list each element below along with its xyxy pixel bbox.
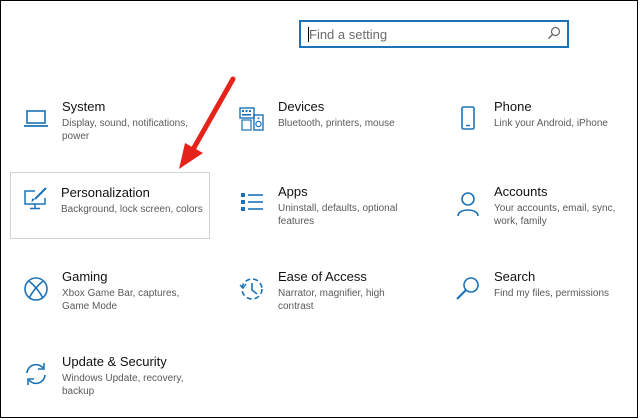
tile-description: Xbox Game Bar, captures, Game Mode bbox=[62, 288, 180, 312]
tile-title: System bbox=[62, 99, 106, 114]
tile-description: Narrator, magnifier, high contrast bbox=[278, 288, 385, 312]
tile-title: Devices bbox=[278, 99, 325, 114]
search-icon[interactable] bbox=[547, 26, 561, 40]
tile-description: Background, lock screen, colors bbox=[61, 204, 203, 215]
magnifier-icon bbox=[454, 275, 482, 303]
phone-icon bbox=[454, 105, 482, 133]
tile-description: Windows Update, recovery, backup bbox=[62, 373, 184, 397]
tile-title: Personalization bbox=[61, 185, 150, 200]
tile-devices[interactable]: Devices Bluetooth, printers, mouse bbox=[227, 98, 427, 164]
tile-description: Uninstall, defaults, optional features bbox=[278, 203, 398, 227]
tile-description: Link your Android, iPhone bbox=[494, 118, 608, 129]
settings-window: System Display, sound, notifications, po… bbox=[0, 0, 638, 418]
tile-update-security[interactable]: Update & Security Windows Update, recove… bbox=[11, 353, 211, 419]
annotation-arrow-icon bbox=[179, 76, 236, 169]
tile-gaming[interactable]: Gaming Xbox Game Bar, captures, Game Mod… bbox=[11, 268, 211, 334]
ease-of-access-icon bbox=[238, 275, 266, 303]
tile-description: Find my files, permissions bbox=[494, 288, 610, 299]
tile-description: Your accounts, email, sync, work, family bbox=[494, 203, 616, 227]
tile-ease-of-access[interactable]: Ease of Access Narrator, magnifier, high… bbox=[227, 268, 427, 334]
tile-personalization[interactable]: Personalization Background, lock screen,… bbox=[10, 172, 210, 239]
tile-title: Search bbox=[494, 269, 536, 284]
tile-title: Update & Security bbox=[62, 354, 167, 369]
tile-apps[interactable]: Apps Uninstall, defaults, optional featu… bbox=[227, 183, 427, 249]
tile-search[interactable]: Search Find my files, permissions bbox=[443, 268, 640, 334]
tile-description: Bluetooth, printers, mouse bbox=[278, 118, 395, 129]
tile-accounts[interactable]: Accounts Your accounts, email, sync, wor… bbox=[443, 183, 640, 249]
search-box[interactable] bbox=[299, 20, 569, 48]
tile-title: Phone bbox=[494, 99, 532, 114]
tile-phone[interactable]: Phone Link your Android, iPhone bbox=[443, 98, 640, 164]
tile-title: Apps bbox=[278, 184, 308, 199]
search-input[interactable] bbox=[309, 25, 539, 43]
tile-title: Ease of Access bbox=[278, 269, 367, 284]
paintbrush-monitor-icon bbox=[21, 185, 49, 213]
apps-list-icon bbox=[238, 190, 266, 218]
keyboard-speaker-icon bbox=[238, 105, 266, 133]
xbox-icon bbox=[22, 275, 50, 303]
laptop-icon bbox=[22, 105, 50, 133]
tile-title: Accounts bbox=[494, 184, 548, 199]
tile-title: Gaming bbox=[62, 269, 108, 284]
person-icon bbox=[454, 190, 482, 218]
sync-arrows-icon bbox=[22, 360, 50, 388]
